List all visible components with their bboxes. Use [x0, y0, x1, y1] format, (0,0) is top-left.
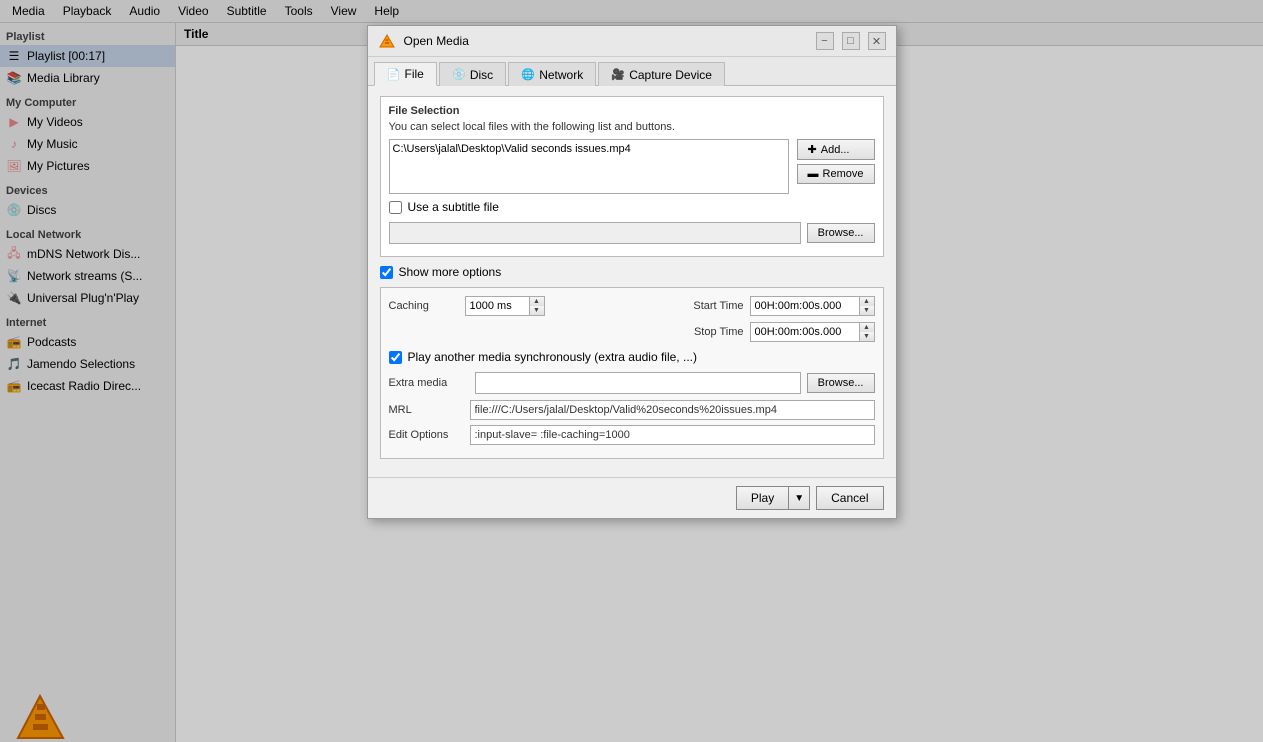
stop-time-option: Stop Time ▲ ▼ — [679, 322, 875, 342]
caching-up-arrow[interactable]: ▲ — [530, 297, 544, 306]
mrl-input[interactable] — [470, 400, 875, 420]
start-time-spinner: ▲ ▼ — [750, 296, 875, 316]
tab-file[interactable]: 📄 File — [374, 62, 437, 86]
file-selection-desc: You can select local files with the foll… — [389, 121, 875, 133]
file-path-item: C:\Users\jalal\Desktop\Valid seconds iss… — [393, 143, 785, 155]
dialog-titlebar: Open Media − □ ✕ — [368, 26, 896, 57]
network-tab-icon: 🌐 — [521, 68, 535, 82]
caching-down-arrow[interactable]: ▼ — [530, 306, 544, 315]
extra-media-label: Extra media — [389, 377, 469, 389]
remove-icon: ▬ — [808, 168, 819, 180]
extra-media-input[interactable] — [475, 372, 801, 394]
caching-label: Caching — [389, 300, 459, 312]
tab-disc-label: Disc — [470, 68, 493, 82]
extra-media-browse-button[interactable]: Browse... — [807, 373, 875, 393]
tab-capture[interactable]: 🎥 Capture Device — [598, 62, 725, 86]
subtitle-file-input[interactable] — [389, 222, 801, 244]
start-time-up-arrow[interactable]: ▲ — [860, 297, 874, 306]
edit-options-row: Edit Options — [389, 425, 875, 445]
remove-file-button[interactable]: ▬ Remove — [797, 164, 875, 184]
play-sync-checkbox[interactable] — [389, 351, 402, 364]
stop-time-spinner: ▲ ▼ — [750, 322, 875, 342]
caching-input[interactable] — [465, 296, 530, 316]
mrl-label: MRL — [389, 404, 464, 416]
caching-spinner: ▲ ▼ — [465, 296, 545, 316]
start-time-label: Start Time — [679, 300, 744, 312]
start-time-down-arrow[interactable]: ▼ — [860, 306, 874, 315]
play-dropdown-arrow[interactable]: ▼ — [788, 486, 810, 510]
subtitle-checkbox-label[interactable]: Use a subtitle file — [408, 200, 499, 214]
tab-disc[interactable]: 💿 Disc — [439, 62, 506, 86]
dialog-body: File Selection You can select local file… — [368, 86, 896, 477]
play-sync-label[interactable]: Play another media synchronously (extra … — [408, 350, 697, 364]
start-time-input[interactable] — [750, 296, 860, 316]
edit-options-label: Edit Options — [389, 429, 464, 441]
remove-btn-label: Remove — [823, 168, 864, 180]
start-time-arrows: ▲ ▼ — [860, 296, 875, 316]
subtitle-browse-button[interactable]: Browse... — [807, 223, 875, 243]
file-selection-section: File Selection You can select local file… — [380, 96, 884, 257]
caching-arrows: ▲ ▼ — [530, 296, 545, 316]
tab-capture-label: Capture Device — [629, 68, 712, 82]
stop-time-label: Stop Time — [679, 326, 744, 338]
app-window: Media Playback Audio Video Subtitle Tool… — [0, 0, 1263, 742]
play-button[interactable]: Play — [736, 486, 788, 510]
dialog-titlebar-icon — [378, 32, 396, 50]
show-more-options-label[interactable]: Show more options — [399, 265, 502, 279]
file-buttons: ✚ Add... ▬ Remove — [797, 139, 875, 184]
stop-time-input[interactable] — [750, 322, 860, 342]
stop-time-up-arrow[interactable]: ▲ — [860, 323, 874, 332]
dialog-minimize-btn[interactable]: − — [816, 32, 834, 50]
tab-network-label: Network — [539, 68, 583, 82]
more-options-section: Caching ▲ ▼ Start Time — [380, 287, 884, 459]
show-more-options-checkbox[interactable] — [380, 266, 393, 279]
dialog-close-btn[interactable]: ✕ — [868, 32, 886, 50]
subtitle-input-row: Browse... — [389, 218, 875, 248]
vlc-title-icon — [379, 33, 395, 49]
add-icon: ✚ — [808, 143, 817, 156]
cancel-button[interactable]: Cancel — [816, 486, 883, 510]
caching-option: Caching ▲ ▼ — [389, 296, 545, 316]
dialog-tabs: 📄 File 💿 Disc 🌐 Network 🎥 Capture Device — [368, 57, 896, 86]
options-row-2: Stop Time ▲ ▼ — [389, 322, 875, 342]
file-listbox[interactable]: C:\Users\jalal\Desktop\Valid seconds iss… — [389, 139, 789, 194]
disc-tab-icon: 💿 — [452, 68, 466, 82]
stop-time-down-arrow[interactable]: ▼ — [860, 332, 874, 341]
start-time-option: Start Time ▲ ▼ — [679, 296, 875, 316]
open-media-dialog: Open Media − □ ✕ 📄 File 💿 Disc 🌐 Network — [367, 25, 897, 519]
extra-media-row: Extra media Browse... — [389, 372, 875, 394]
stop-time-arrows: ▲ ▼ — [860, 322, 875, 342]
dialog-maximize-btn[interactable]: □ — [842, 32, 860, 50]
file-selection-area: C:\Users\jalal\Desktop\Valid seconds iss… — [389, 139, 875, 194]
dialog-overlay: Open Media − □ ✕ 📄 File 💿 Disc 🌐 Network — [0, 0, 1263, 742]
subtitle-row: Use a subtitle file — [389, 200, 875, 214]
capture-tab-icon: 🎥 — [611, 68, 625, 82]
play-btn-group: Play ▼ — [736, 486, 810, 510]
play-sync-row: Play another media synchronously (extra … — [389, 350, 875, 364]
add-file-button[interactable]: ✚ Add... — [797, 139, 875, 160]
file-tab-icon: 📄 — [387, 67, 401, 81]
show-more-options-row: Show more options — [380, 265, 884, 279]
subtitle-checkbox[interactable] — [389, 201, 402, 214]
dialog-footer: Play ▼ Cancel — [368, 477, 896, 518]
mrl-row: MRL — [389, 400, 875, 420]
dialog-title: Open Media — [404, 34, 808, 48]
options-row-1: Caching ▲ ▼ Start Time — [389, 296, 875, 316]
tab-file-label: File — [405, 67, 424, 81]
tab-network[interactable]: 🌐 Network — [508, 62, 596, 86]
add-btn-label: Add... — [821, 144, 850, 156]
edit-options-input[interactable] — [470, 425, 875, 445]
file-selection-label: File Selection — [389, 105, 875, 117]
